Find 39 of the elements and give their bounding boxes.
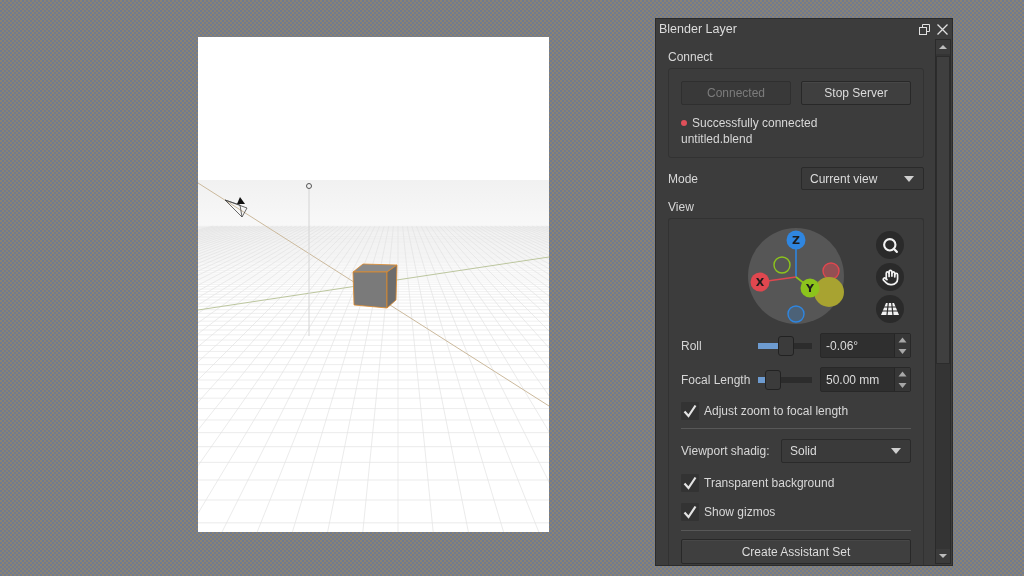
axis-handle[interactable]: X [750,272,797,292]
status-dot-icon [681,119,687,126]
scroll-up-icon[interactable] [936,40,950,54]
axis-ring[interactable] [822,262,840,280]
push-button[interactable]: Create Assistant Set [681,539,911,564]
field-label: Roll [681,338,703,353]
checkbox-label: Transparent background [704,476,835,490]
field-label: Focal Length [681,372,752,387]
axis-ring[interactable] [773,256,791,274]
dropdown[interactable]: Solid [781,439,911,463]
number-field[interactable]: -0.06° [820,333,911,358]
caret-icon [891,448,901,454]
push-button[interactable]: Stop Server [801,81,911,105]
checkbox[interactable] [681,503,699,521]
checkbox[interactable] [681,474,699,492]
section-label: Connect [668,49,713,65]
zoom-icon[interactable] [876,231,904,259]
checkbox[interactable] [681,402,699,420]
status-text: Successfully connected [692,115,818,130]
panel-title: Blender Layer [659,22,738,36]
slider-thumb[interactable] [764,369,781,390]
number-field[interactable]: 50.00 mm [820,367,911,392]
field-label: Viewport shadig: [681,444,770,458]
float-window-icon[interactable] [919,23,930,35]
scroll-down-icon[interactable] [936,549,950,563]
axis-handle[interactable]: Z [786,230,806,278]
close-icon[interactable] [937,23,948,35]
section-label: View [668,199,694,215]
caret-icon [904,175,914,182]
checkbox-label: Adjust zoom to focal length [704,404,849,418]
hand-icon[interactable] [876,263,904,291]
slider-thumb[interactable] [778,335,795,356]
field-label: Mode [668,171,699,186]
hover-highlight [814,277,844,307]
floor-grid-icon[interactable] [876,295,904,323]
checkbox-label: Show gizmos [704,505,776,519]
dropdown[interactable]: Current view [801,167,924,190]
file-name: untitled.blend [681,131,753,148]
scrollbar[interactable] [935,39,951,564]
